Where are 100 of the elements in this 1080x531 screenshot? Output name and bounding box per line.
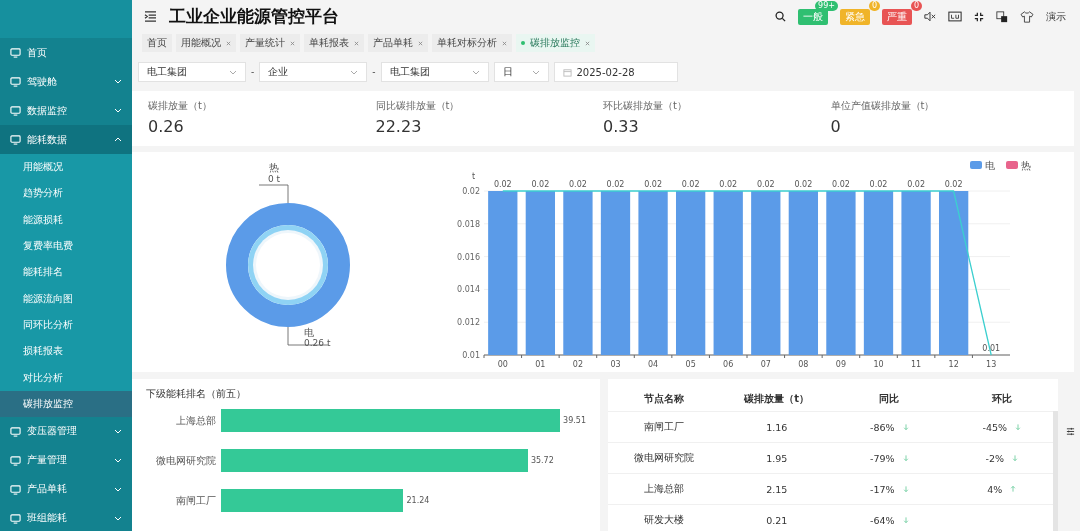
user-name[interactable]: 演示	[1046, 9, 1066, 24]
chevron-icon	[350, 69, 359, 75]
kpi-label: 同比碳排放量（t）	[375, 99, 460, 113]
app-title: 工业企业能源管控平台	[169, 5, 339, 28]
sidebar-subitem[interactable]: 能耗排名	[0, 259, 132, 286]
table-cell: -64%	[869, 514, 895, 526]
date-field[interactable]: 2025-02-28	[553, 62, 678, 82]
close-icon[interactable]	[502, 40, 507, 46]
menu-icon	[10, 105, 21, 116]
menu-icon	[10, 47, 21, 58]
menu-icon	[10, 134, 21, 145]
sidebar-item[interactable]: 产量管理	[0, 445, 132, 475]
chevron-icon	[114, 515, 122, 521]
table-cell: -17%	[869, 483, 895, 495]
alert-count: 0	[868, 0, 880, 11]
legend-item[interactable]: 电	[970, 159, 995, 171]
sidebar-item[interactable]: 驾驶舱	[0, 67, 132, 96]
kpi-label: 单位产值碳排放量（t）	[830, 99, 935, 113]
table-cell: -86%	[869, 421, 895, 433]
menu-icon	[10, 512, 21, 524]
axis-tick-label: 12	[948, 359, 959, 369]
mute-icon[interactable]	[924, 11, 936, 22]
page-tab[interactable]: 首页	[142, 34, 172, 52]
menu-icon[interactable]	[144, 11, 157, 22]
section-title: 下级能耗排名（前五）	[146, 387, 246, 401]
leader-line	[287, 326, 329, 345]
legend-item[interactable]: 热	[1006, 159, 1031, 171]
close-icon[interactable]	[290, 40, 295, 46]
page-tab[interactable]: 用能概况	[176, 34, 236, 52]
sidebar-item[interactable]: 班组能耗	[0, 503, 132, 531]
axis-tick-label: 10	[873, 359, 884, 369]
sidebar-subitem[interactable]: 复费率电费	[0, 232, 132, 260]
table-cell: 4%	[987, 483, 1003, 495]
sliders-icon[interactable]	[1066, 427, 1075, 436]
data-label: 0.02	[794, 179, 813, 189]
alert-tag[interactable]: 一般	[798, 8, 828, 25]
axis-tick-label: 11	[911, 359, 922, 369]
page-tab[interactable]: 单耗对标分析	[432, 34, 512, 52]
chevron-icon	[229, 69, 237, 75]
alert-count: 0	[910, 0, 922, 11]
close-icon[interactable]	[585, 40, 590, 46]
column-header: 碳排放量（t）	[743, 392, 811, 406]
data-label: 0.02	[944, 179, 963, 189]
table-cell-text: 0.21	[765, 514, 789, 526]
bar-label: 微电网研究院	[155, 453, 216, 468]
shirt-icon[interactable]	[1020, 10, 1034, 23]
table-cell-text: 研发大楼	[643, 513, 686, 527]
column-header: 环比	[990, 392, 1013, 406]
sidebar-item[interactable]: 首页	[0, 38, 132, 67]
sidebar-item[interactable]: 数据监控	[0, 96, 132, 125]
page-tab[interactable]: 碳排放监控	[516, 34, 595, 52]
select-field[interactable]: 电工集团	[138, 62, 246, 82]
sidebar-subitem[interactable]: 能源流向图	[0, 285, 132, 312]
sidebar-item[interactable]: 产品单耗	[0, 474, 132, 504]
menu-icon	[10, 425, 21, 437]
sidebar-subitem[interactable]: 损耗报表	[0, 338, 132, 365]
table-cell-text: 1.95	[765, 452, 789, 464]
sidebar-item[interactable]: 能耗数据	[0, 125, 132, 154]
legend-label: 电	[985, 159, 995, 171]
fullscreen-icon[interactable]	[974, 11, 984, 22]
select-field[interactable]: 日	[493, 62, 549, 82]
menu-icon	[10, 76, 21, 87]
chevron-icon	[114, 79, 122, 84]
page-tab[interactable]: 产量统计	[240, 34, 300, 52]
chevron-icon	[114, 137, 122, 142]
data-label: 0.02	[531, 179, 550, 189]
axis-tick-label: 0.016	[457, 252, 480, 262]
data-label: 39.51	[563, 416, 586, 425]
sidebar-subitem[interactable]: 碳排放监控	[0, 390, 132, 417]
axis-tick-label: 07	[760, 359, 771, 369]
sidebar-subitem[interactable]: 对比分析	[0, 364, 132, 391]
axis-tick-label: 09	[835, 359, 846, 369]
sidebar-subitem[interactable]: 用能概况	[0, 154, 132, 181]
chevron-icon	[531, 69, 540, 75]
sidebar-subitem[interactable]: 能源损耗	[0, 206, 132, 233]
axis-tick-label: 03	[610, 359, 621, 369]
chevron-icon	[114, 457, 122, 463]
page-tab[interactable]: 产品单耗	[368, 34, 428, 52]
table-cell: -45%	[982, 421, 1007, 433]
kpi-value: 0	[830, 117, 841, 136]
menu-icon	[10, 454, 21, 466]
table-cell-text: 南闸工厂	[643, 420, 686, 434]
select-field[interactable]: 电工集团	[380, 62, 489, 82]
select-field[interactable]: 企业	[259, 62, 368, 82]
search-icon[interactable]	[775, 11, 786, 22]
close-icon[interactable]	[418, 40, 423, 46]
close-icon[interactable]	[226, 40, 231, 46]
alert-tag[interactable]: 严重	[882, 8, 912, 25]
close-icon[interactable]	[354, 40, 359, 46]
sidebar-item[interactable]: 变压器管理	[0, 416, 132, 446]
sidebar-subitem[interactable]: 趋势分析	[0, 180, 132, 207]
sidebar-subitem[interactable]: 同环比分析	[0, 311, 132, 339]
slice-value: 0.26 t	[304, 337, 331, 348]
table-cell-text: 1.16	[765, 421, 789, 433]
data-label: 0.02	[832, 179, 850, 189]
screen-icon[interactable]	[948, 11, 962, 22]
axis-tick-label: 0.014	[457, 284, 480, 294]
page-tab[interactable]: 单耗报表	[304, 34, 364, 52]
data-label: 35.72	[530, 456, 554, 465]
scrollbar[interactable]	[1053, 411, 1058, 531]
